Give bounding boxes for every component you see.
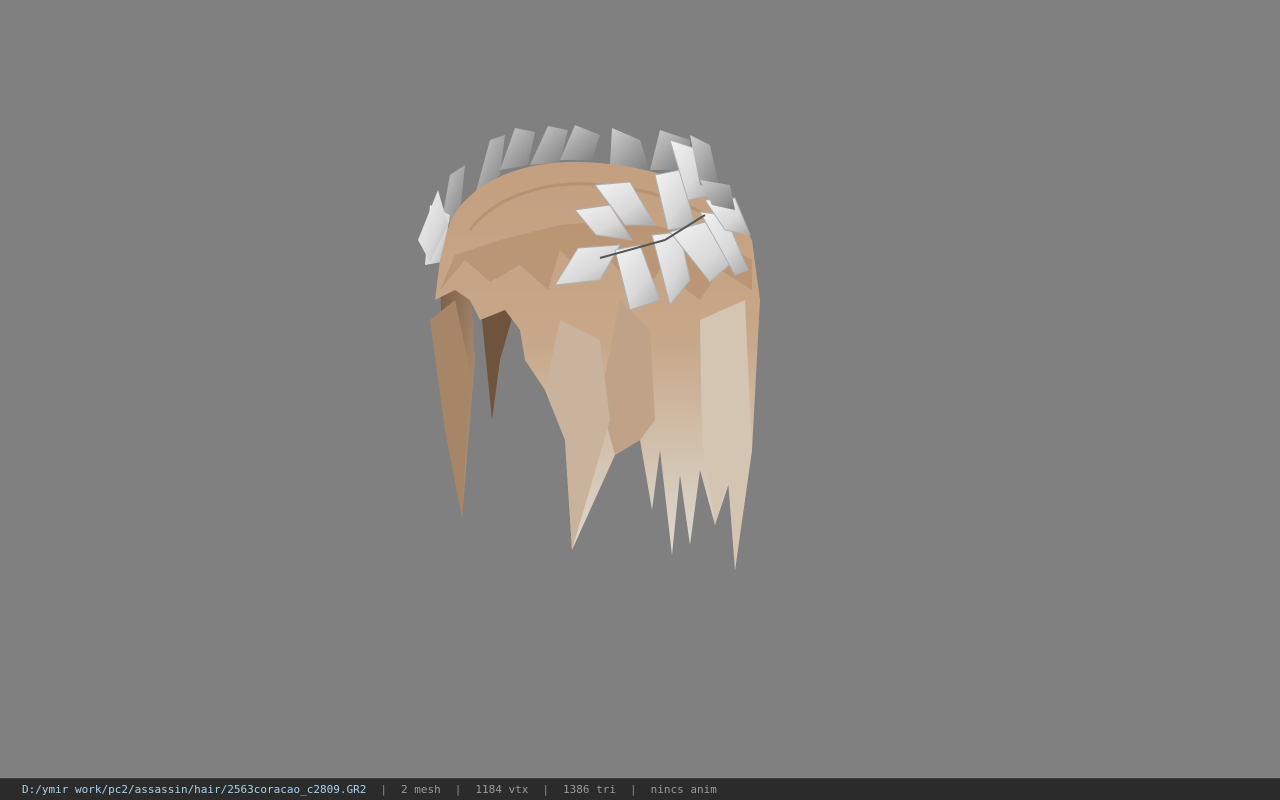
separator: | <box>542 783 549 796</box>
model-render <box>418 125 760 570</box>
mesh-count: 2 mesh <box>401 783 441 796</box>
triangle-count: 1386 tri <box>562 783 616 796</box>
separator: | <box>380 783 387 796</box>
file-path: D:/ymir work/pc2/assassin/hair/2563corac… <box>22 783 367 796</box>
separator: | <box>629 783 637 796</box>
status-bar: D:/ymir work/pc2/assassin/hair/2563corac… <box>0 778 1280 800</box>
separator: | <box>454 783 462 796</box>
3d-viewport[interactable] <box>0 0 1280 778</box>
animation-status: nincs anim <box>650 783 717 796</box>
vertex-count: 1184 vtx <box>475 783 529 796</box>
